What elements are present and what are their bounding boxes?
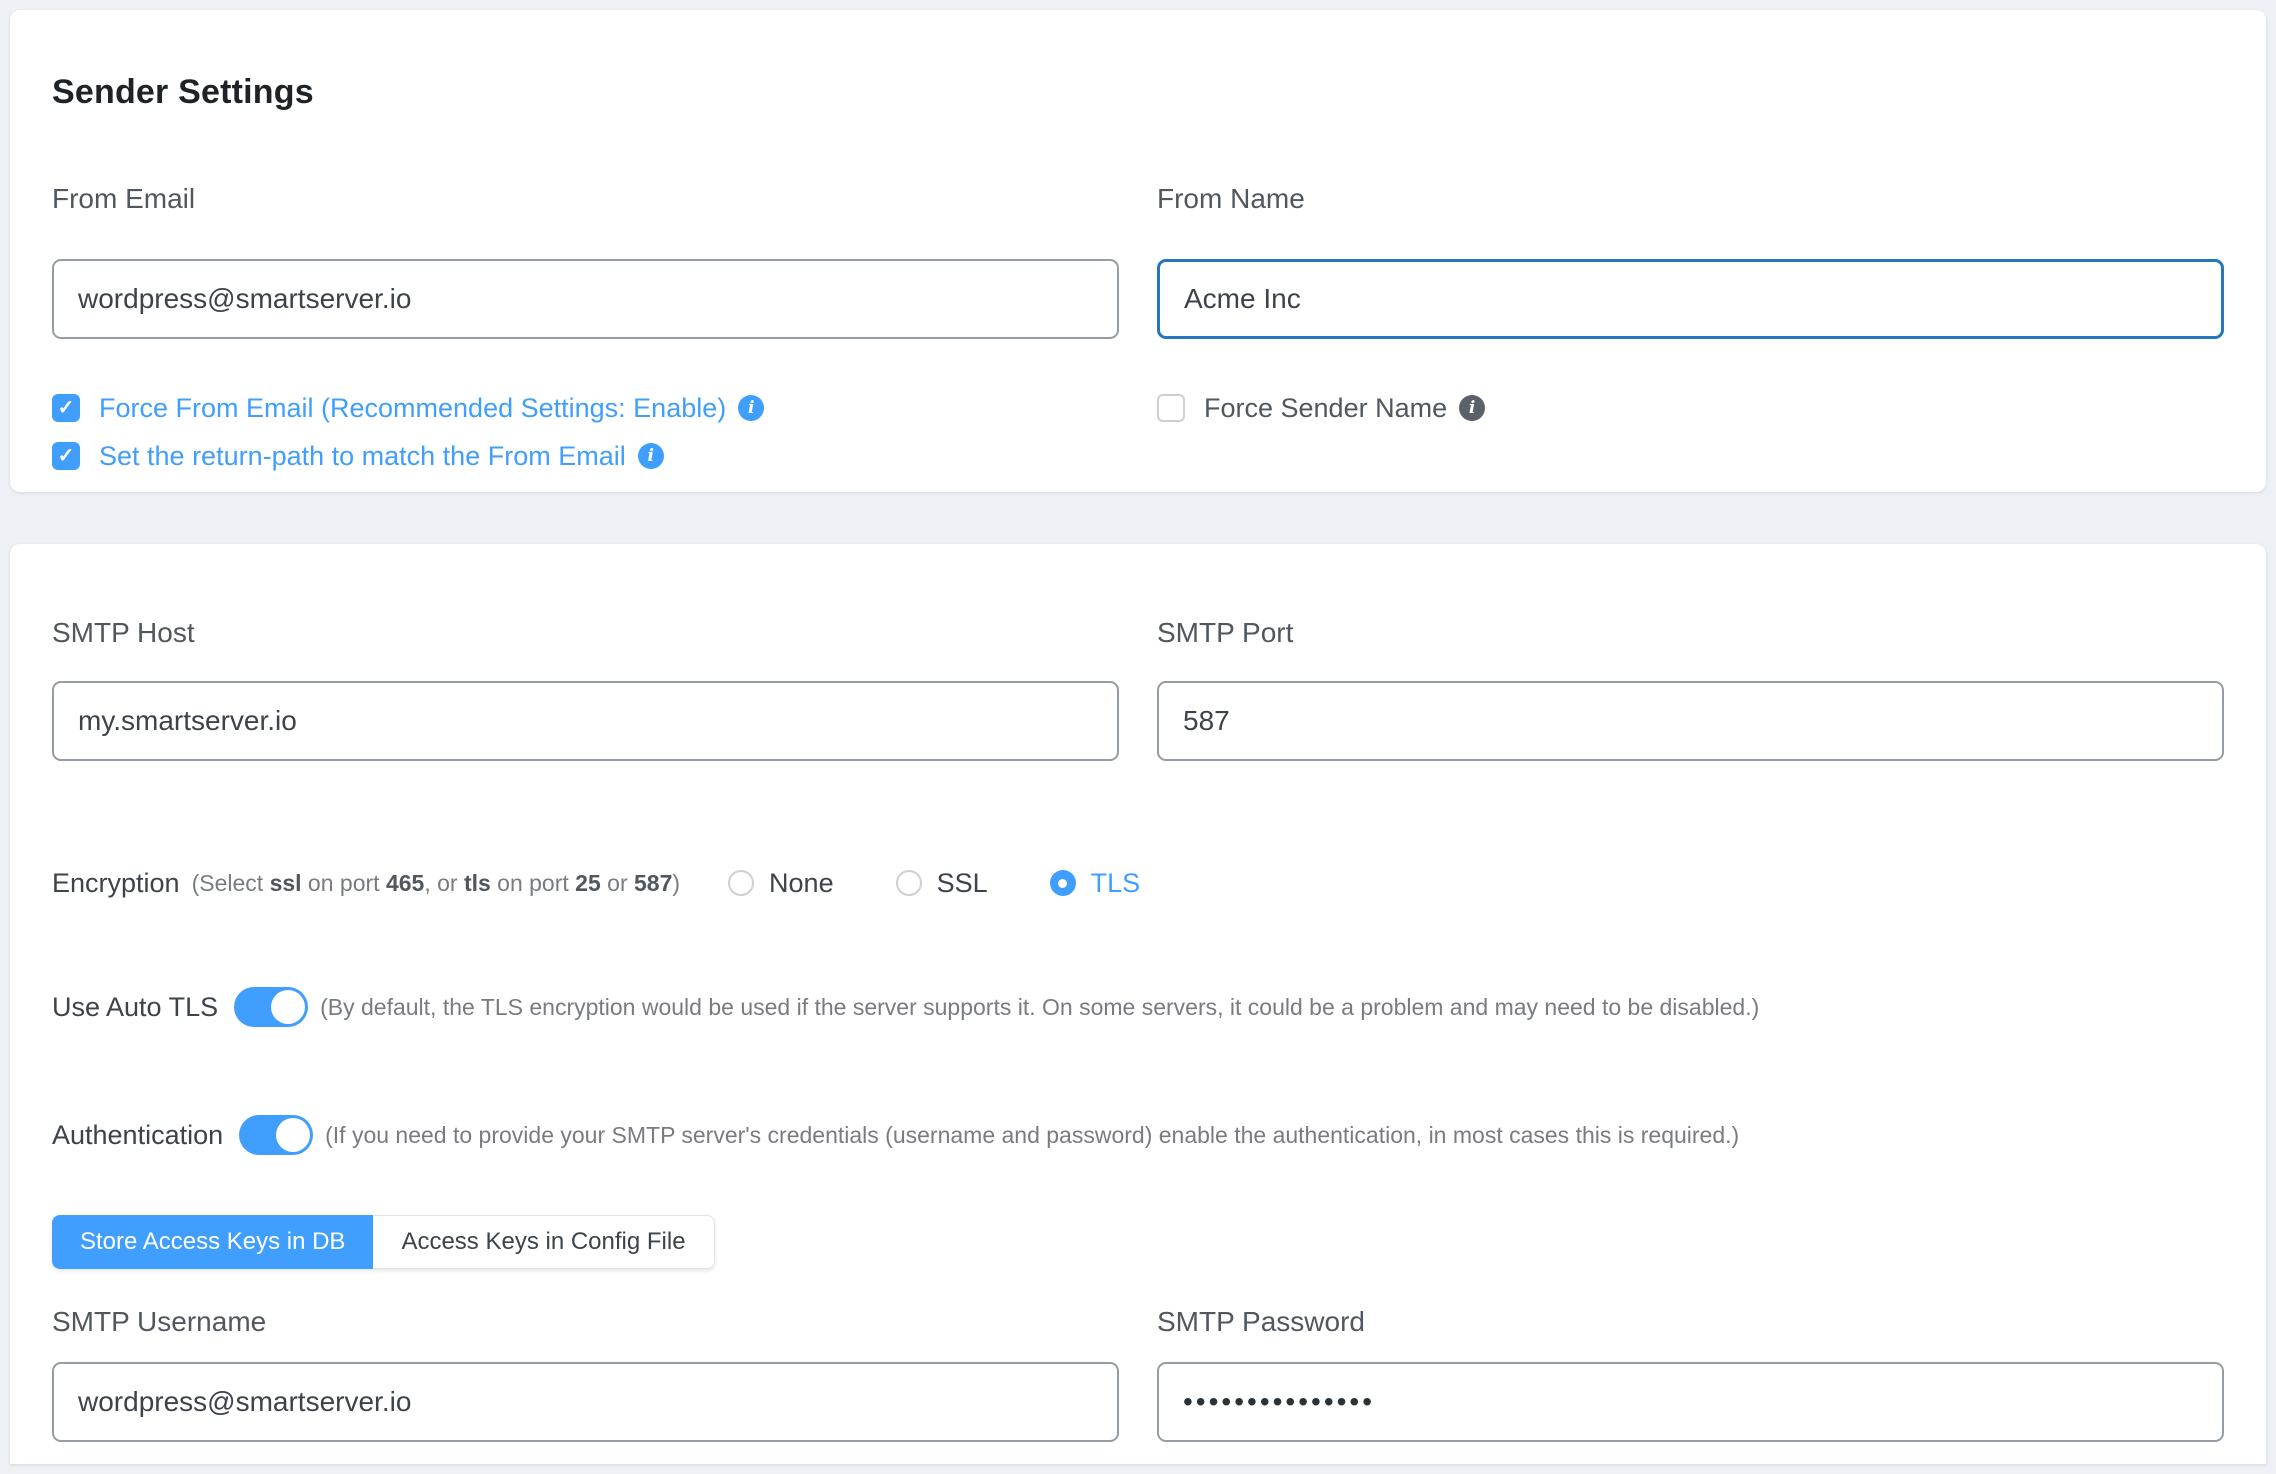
authentication-label: Authentication: [52, 1120, 223, 1151]
authentication-description: (If you need to provide your SMTP server…: [325, 1122, 1739, 1149]
encryption-option-none-label: None: [769, 868, 834, 899]
smtp-password-column: SMTP Password: [1157, 1305, 2224, 1442]
force-from-email-row: ✓ Force From Email (Recommended Settings…: [52, 387, 1119, 429]
force-from-email-label[interactable]: Force From Email (Recommended Settings: …: [99, 393, 726, 424]
force-sender-name-row: Force Sender Name i: [1157, 387, 2224, 429]
from-name-column: From Name Force Sender Name i: [1157, 182, 2224, 477]
force-sender-name-checkbox[interactable]: [1157, 394, 1185, 422]
check-icon: ✓: [58, 398, 75, 418]
radio-icon: [728, 870, 754, 896]
toggle-knob: [276, 1118, 310, 1152]
from-name-label: From Name: [1157, 182, 2224, 216]
smtp-username-input[interactable]: [52, 1362, 1119, 1442]
smtp-username-column: SMTP Username: [52, 1305, 1119, 1442]
smtp-host-input[interactable]: [52, 681, 1119, 761]
sender-settings-card: Sender Settings From Email ✓ Force From …: [10, 10, 2266, 492]
force-sender-name-label[interactable]: Force Sender Name: [1204, 393, 1447, 424]
force-sender-name-section: Force Sender Name i: [1157, 387, 2224, 429]
smtp-port-input[interactable]: [1157, 681, 2224, 761]
force-from-email-checkbox[interactable]: ✓: [52, 394, 80, 422]
toggle-knob: [271, 990, 305, 1024]
from-email-label: From Email: [52, 182, 1119, 216]
check-icon: ✓: [58, 446, 75, 466]
from-email-input[interactable]: [52, 259, 1119, 339]
smtp-password-label: SMTP Password: [1157, 1305, 2224, 1339]
tab-keys-in-config-file[interactable]: Access Keys in Config File: [373, 1215, 714, 1269]
smtp-port-label: SMTP Port: [1157, 616, 2224, 650]
encryption-row: Encryption (Select ssl on port 465, or t…: [52, 861, 2224, 905]
radio-icon: [896, 870, 922, 896]
smtp-username-label: SMTP Username: [52, 1305, 1119, 1339]
page-title: Sender Settings: [52, 10, 2224, 114]
return-path-checkbox[interactable]: ✓: [52, 442, 80, 470]
encryption-hint: (Select ssl on port 465, or tls on port …: [192, 870, 680, 897]
info-icon[interactable]: i: [638, 443, 664, 469]
key-storage-tabs: Store Access Keys in DB Access Keys in C…: [52, 1215, 715, 1269]
smtp-credential-fields: SMTP Username SMTP Password: [52, 1305, 2224, 1442]
smtp-host-column: SMTP Host: [52, 616, 1119, 761]
smtp-host-label: SMTP Host: [52, 616, 1119, 650]
radio-selected-icon: [1050, 870, 1076, 896]
auto-tls-toggle[interactable]: [234, 987, 308, 1027]
encryption-label: Encryption: [52, 868, 180, 899]
from-email-column: From Email ✓ Force From Email (Recommend…: [52, 182, 1119, 477]
authentication-toggle[interactable]: [239, 1115, 313, 1155]
sender-checkboxes: ✓ Force From Email (Recommended Settings…: [52, 387, 1119, 477]
smtp-connection-fields: SMTP Host SMTP Port: [52, 544, 2224, 761]
return-path-row: ✓ Set the return-path to match the From …: [52, 435, 1119, 477]
tab-store-keys-in-db[interactable]: Store Access Keys in DB: [52, 1215, 373, 1269]
auto-tls-row: Use Auto TLS (By default, the TLS encryp…: [52, 985, 2224, 1029]
smtp-settings-card: SMTP Host SMTP Port Encryption (Select s…: [10, 544, 2266, 1464]
encryption-option-ssl[interactable]: SSL: [896, 868, 988, 899]
auto-tls-label: Use Auto TLS: [52, 992, 218, 1023]
sender-fields: From Email ✓ Force From Email (Recommend…: [52, 182, 2224, 477]
from-name-input[interactable]: [1157, 259, 2224, 339]
info-icon[interactable]: i: [1459, 395, 1485, 421]
encryption-option-none[interactable]: None: [728, 868, 834, 899]
encryption-option-ssl-label: SSL: [937, 868, 988, 899]
info-icon[interactable]: i: [738, 395, 764, 421]
smtp-port-column: SMTP Port: [1157, 616, 2224, 761]
encryption-option-tls[interactable]: TLS: [1050, 868, 1141, 899]
smtp-password-input[interactable]: [1157, 1362, 2224, 1442]
encryption-radio-group: None SSL TLS: [728, 868, 1140, 899]
encryption-option-tls-label: TLS: [1091, 868, 1141, 899]
auto-tls-description: (By default, the TLS encryption would be…: [320, 994, 1759, 1021]
authentication-row: Authentication (If you need to provide y…: [52, 1113, 2224, 1157]
return-path-label[interactable]: Set the return-path to match the From Em…: [99, 441, 626, 472]
